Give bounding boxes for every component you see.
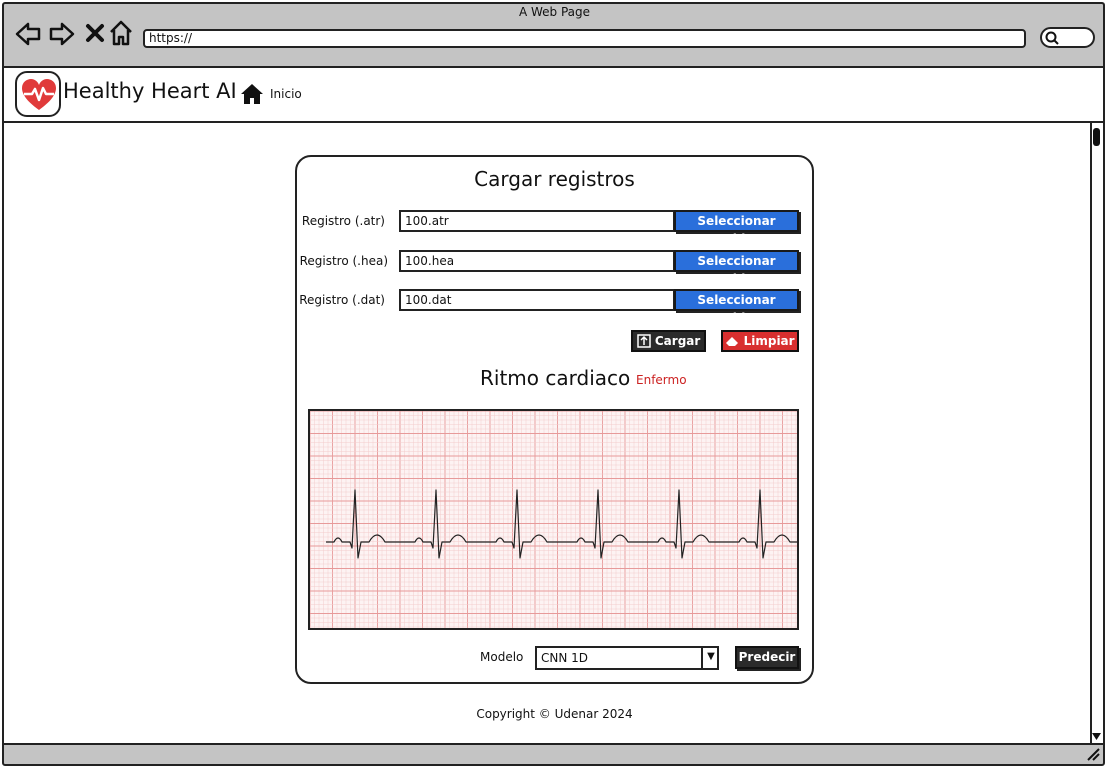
predict-button[interactable]: Predecir — [735, 646, 799, 669]
upload-icon — [636, 334, 651, 348]
rhythm-status-badge: Enfermo — [636, 373, 687, 387]
nav-home-link[interactable]: Inicio — [270, 87, 302, 101]
copyright-text: Copyright © Udenar 2024 — [476, 707, 633, 721]
back-icon[interactable] — [14, 20, 42, 48]
ecg-waveform-image — [309, 410, 812, 628]
row-label-atr: Registro (.atr) — [301, 214, 385, 228]
rhythm-title: Ritmo cardiaco — [480, 366, 631, 390]
load-button[interactable]: Cargar — [631, 330, 706, 352]
status-bar — [2, 743, 1105, 766]
nav-home-icon[interactable] — [240, 83, 264, 105]
heart-pulse-icon — [22, 79, 56, 110]
scroll-down-icon[interactable] — [1091, 731, 1102, 742]
close-icon[interactable] — [84, 22, 106, 44]
clear-button-label: Limpiar — [743, 334, 795, 348]
select-file-atr-button[interactable]: Seleccionar archivo — [674, 210, 799, 246]
model-select[interactable]: CNN 1D — [535, 646, 719, 670]
scrollbar[interactable] — [1090, 123, 1105, 743]
upload-title: Cargar registros — [474, 167, 635, 191]
file-input-hea[interactable]: 100.hea — [399, 250, 675, 272]
select-file-dat-button[interactable]: Seleccionar archivo — [674, 289, 799, 325]
clear-button[interactable]: Limpiar — [721, 330, 799, 352]
file-input-atr[interactable]: 100.atr — [399, 210, 675, 232]
ecg-chart — [308, 409, 812, 630]
model-label: Modelo — [480, 650, 524, 664]
select-file-hea-button[interactable]: Seleccionar archivo — [674, 250, 799, 286]
home-icon[interactable] — [108, 19, 134, 47]
app-logo[interactable] — [15, 71, 61, 117]
chevron-down-icon[interactable]: ▼ — [701, 646, 719, 670]
search-icon — [1045, 31, 1059, 45]
resize-grip-icon[interactable] — [1086, 747, 1100, 761]
url-bar[interactable]: https:// — [143, 29, 1026, 48]
row-label-dat: Registro (.dat) — [299, 293, 385, 307]
browser-search[interactable] — [1040, 27, 1095, 48]
forward-icon[interactable] — [48, 20, 76, 48]
window-title: A Web Page — [518, 5, 591, 19]
row-label-hea: Registro (.hea) — [299, 254, 388, 268]
load-button-label: Cargar — [654, 334, 701, 348]
eraser-icon — [726, 337, 739, 346]
scroll-thumb[interactable] — [1093, 128, 1100, 146]
app-title: Healthy Heart AI — [63, 79, 237, 103]
file-input-dat[interactable]: 100.dat — [399, 289, 675, 311]
